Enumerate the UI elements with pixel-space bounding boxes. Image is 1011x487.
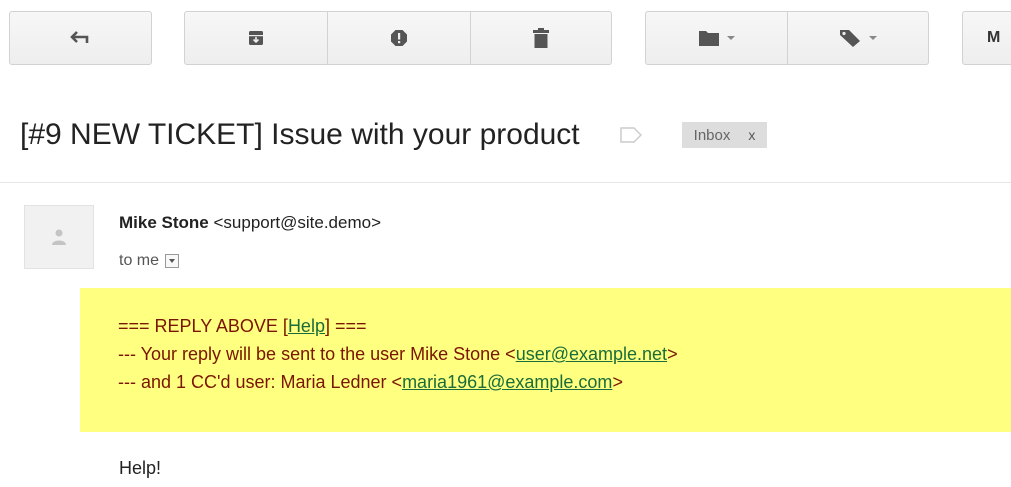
message-body: Help! xyxy=(119,458,162,478)
report-spam-icon xyxy=(391,30,407,46)
reply-recipient-suffix: > xyxy=(667,344,678,364)
move-to-button[interactable] xyxy=(645,11,788,65)
inbox-label-chip: Inbox x xyxy=(681,122,768,148)
person-icon xyxy=(52,229,66,245)
email-view: M [#9 NEW TICKET] Issue with your produc… xyxy=(0,0,1011,487)
reply-above-line: === REPLY ABOVE [Help] === xyxy=(118,312,1011,340)
cc-user-line: --- and 1 CC'd user: Maria Ledner <maria… xyxy=(118,368,1011,396)
sender-email: <support@site.demo> xyxy=(213,213,382,232)
chevron-down-icon xyxy=(869,36,877,40)
label-icon[interactable] xyxy=(619,127,642,143)
more-button[interactable]: M xyxy=(962,11,1011,65)
back-button[interactable] xyxy=(9,11,152,65)
cc-email-link[interactable]: maria1961@example.com xyxy=(402,372,612,392)
archive-icon xyxy=(249,31,263,45)
sender-name: Mike Stone xyxy=(119,213,209,232)
folder-icon xyxy=(698,31,719,46)
remove-label-button[interactable]: x xyxy=(748,127,755,143)
labels-button[interactable] xyxy=(788,11,929,65)
reply-above-prefix: === REPLY ABOVE [ xyxy=(118,316,288,336)
sender: Mike Stone <support@site.demo> xyxy=(119,213,381,233)
reply-recipient-line: --- Your reply will be sent to the user … xyxy=(118,340,1011,368)
archive-button[interactable] xyxy=(184,11,328,65)
email-subject: [#9 NEW TICKET] Issue with your product xyxy=(20,118,580,151)
help-link[interactable]: Help xyxy=(288,316,325,336)
cc-user-prefix: --- and 1 CC'd user: Maria Ledner < xyxy=(118,372,403,392)
label-tag-icon xyxy=(840,30,860,47)
subject-row: [#9 NEW TICKET] Issue with your product … xyxy=(20,110,768,160)
avatar xyxy=(24,205,94,269)
report-spam-button[interactable] xyxy=(328,11,471,65)
show-details-button[interactable] xyxy=(165,254,180,268)
inbox-chip-label: Inbox xyxy=(693,126,731,144)
reply-recipient-prefix: --- Your reply will be sent to the user … xyxy=(118,344,516,364)
header-divider xyxy=(0,182,1011,183)
recipient-text: to me xyxy=(119,252,160,269)
delete-button[interactable] xyxy=(471,11,612,65)
user-email-link[interactable]: user@example.net xyxy=(516,344,667,364)
cc-user-suffix: > xyxy=(612,372,623,392)
chevron-down-icon xyxy=(169,259,176,263)
reply-arrow-icon xyxy=(69,31,88,43)
reply-above-suffix: ] === xyxy=(324,316,367,336)
reply-info-block: === REPLY ABOVE [Help] === --- Your repl… xyxy=(80,288,1011,432)
trash-icon xyxy=(533,28,549,48)
chevron-down-icon xyxy=(726,36,735,40)
recipient: to me xyxy=(119,252,180,270)
toolbar: M xyxy=(0,0,1011,80)
more-button-label: M xyxy=(987,29,1001,46)
